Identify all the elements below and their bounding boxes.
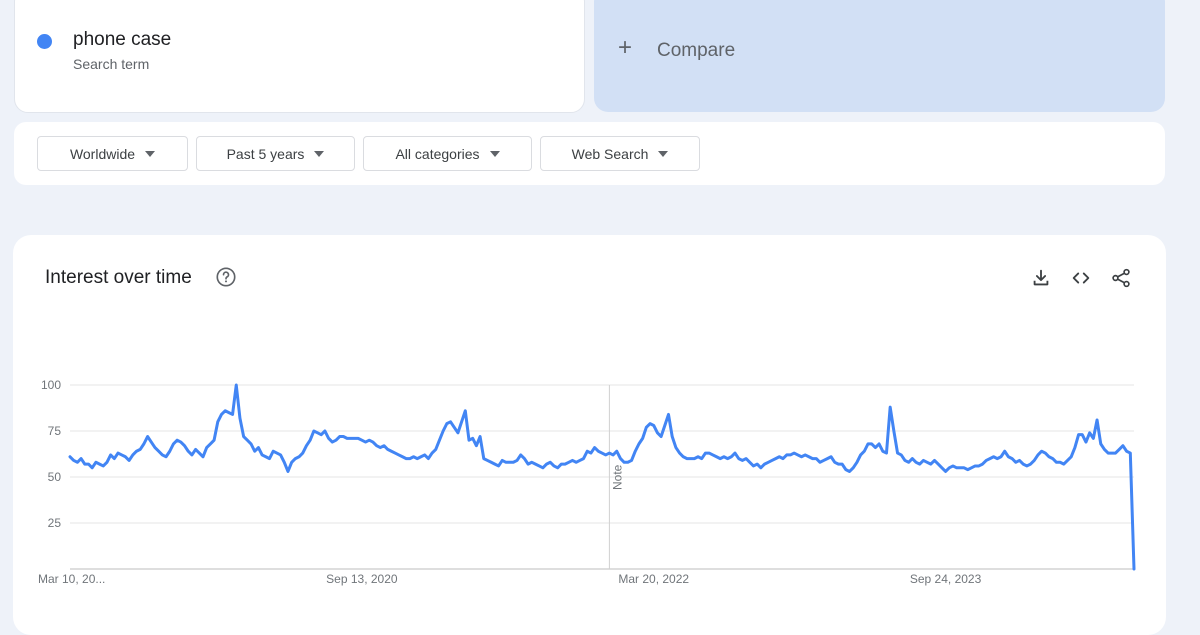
filter-category-label: All categories <box>395 145 480 162</box>
filter-bar: Worldwide Past 5 years All categories We… <box>14 122 1165 185</box>
caret-down-icon <box>145 150 156 157</box>
compare-label: Compare <box>657 40 736 61</box>
caret-down-icon <box>658 150 669 157</box>
caret-down-icon <box>489 150 500 157</box>
line-chart: 100 75 50 25 Note Mar 10, 20... Sep 13, 2020 Ma… <box>38 378 1136 586</box>
x-tick-label: Sep 13, 2020 <box>326 572 398 586</box>
filter-time-label: Past 5 years <box>226 145 305 162</box>
term-color-dot <box>37 34 52 49</box>
interest-over-time-card: Interest over time 100 75 50 25 Note Mar 10, … <box>13 235 1166 635</box>
search-term-card[interactable]: phone case Search term <box>14 0 585 113</box>
filter-region-label: Worldwide <box>69 145 136 162</box>
filter-search-type[interactable]: Web Search <box>540 136 700 171</box>
y-tick-label-50: 50 <box>48 470 62 484</box>
filter-region[interactable]: Worldwide <box>37 136 188 171</box>
caret-down-icon <box>314 150 325 157</box>
filter-search-type-label: Web Search <box>571 145 649 162</box>
x-tick-label: Mar 10, 20... <box>38 572 105 586</box>
note-label: Note <box>610 464 624 490</box>
plus-icon: + <box>618 34 633 61</box>
filter-category[interactable]: All categories <box>363 136 532 171</box>
search-term-name[interactable]: phone case <box>73 29 171 51</box>
search-term-subtitle: Search term <box>73 56 150 72</box>
x-tick-label: Mar 20, 2022 <box>618 572 689 586</box>
filter-time-range[interactable]: Past 5 years <box>196 136 355 171</box>
y-tick-label-100: 100 <box>41 378 61 392</box>
x-tick-label: Sep 24, 2023 <box>910 572 982 586</box>
compare-button[interactable]: + Compare <box>594 0 1165 112</box>
y-tick-label-25: 25 <box>48 516 62 530</box>
y-tick-label-75: 75 <box>48 424 62 438</box>
